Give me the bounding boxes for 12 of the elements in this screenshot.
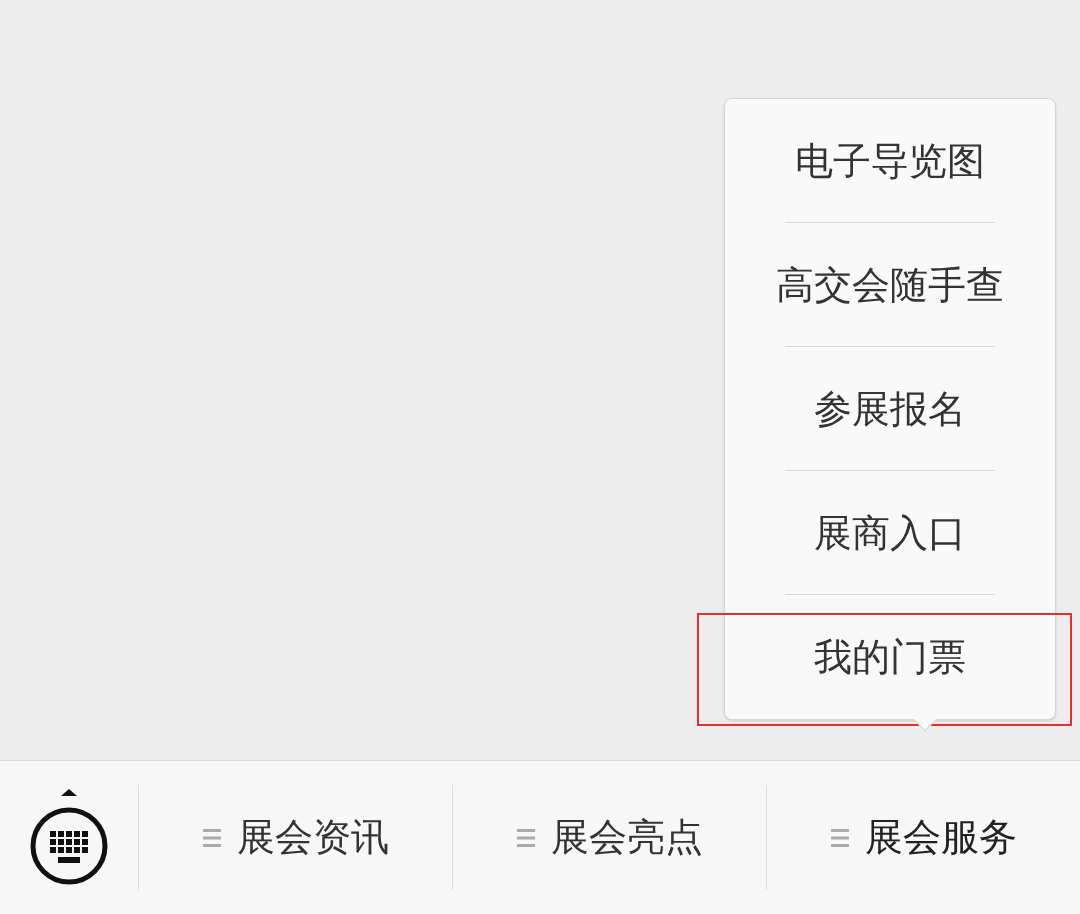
menu-item[interactable]: 高交会随手查 [776,256,1004,314]
tab-button[interactable]: 展会资讯 [202,809,389,866]
keyboard-icon[interactable] [29,788,109,887]
menu-icon [516,827,535,848]
menu-item[interactable]: 参展报名 [814,380,966,438]
menu-item[interactable]: 展商入口 [814,504,966,562]
tab-button[interactable]: 展会服务 [830,809,1017,866]
menu-icon [202,827,221,848]
menu-item[interactable]: 我的门票 [814,628,966,686]
menu-item[interactable]: 电子导览图 [795,132,985,190]
tab-button[interactable]: 展会亮点 [516,809,703,866]
menu-icon [830,827,849,848]
